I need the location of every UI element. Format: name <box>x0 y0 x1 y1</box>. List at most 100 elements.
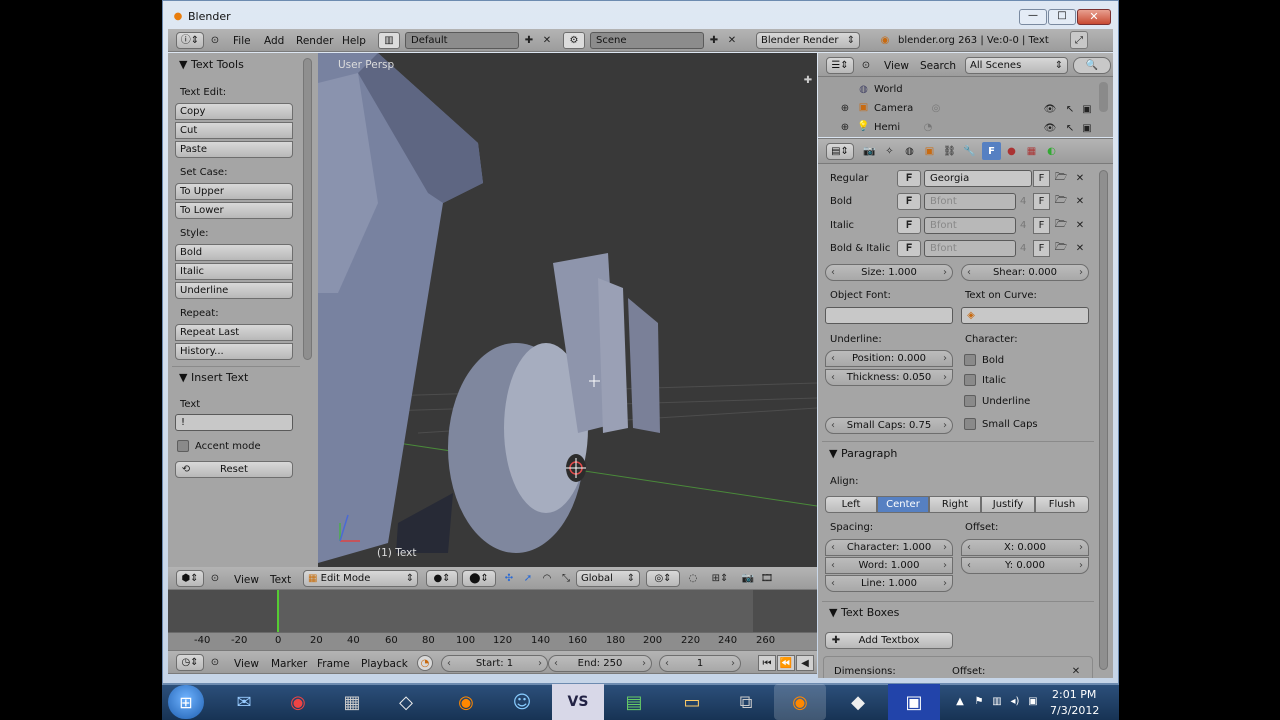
render-anim-icon[interactable]: 🎞 <box>758 570 776 587</box>
texture-tab-icon[interactable]: ▦ <box>1022 142 1041 160</box>
taskbar-remote-icon[interactable]: ⧉ <box>720 684 772 720</box>
tray-flag-icon[interactable]: ⚑ <box>972 694 986 708</box>
fake-user-button[interactable]: F <box>1033 170 1050 187</box>
outliner-editor-type[interactable]: ☰⇕ <box>826 57 854 74</box>
shear-field[interactable]: Shear: 0.000 <box>961 264 1089 281</box>
outliner-filter-select[interactable]: All Scenes <box>965 57 1068 74</box>
font-browse-icon[interactable]: 𝐅 <box>897 240 921 257</box>
timeline-collapse-icon[interactable]: ⊙ <box>209 656 221 668</box>
fake-user-button[interactable]: F <box>1033 193 1050 210</box>
taskbar-visual-studio-icon[interactable]: VS <box>552 684 604 720</box>
remove-scene-icon[interactable]: ✕ <box>724 32 740 49</box>
editor-type-button[interactable]: ⓘ⇕ <box>176 32 204 49</box>
timeline-menu-frame[interactable]: Frame <box>317 658 350 670</box>
physics-tab-icon[interactable]: ◐ <box>1042 142 1061 160</box>
unlink-font-icon[interactable]: ✕ <box>1071 193 1089 210</box>
align-right-button[interactable]: Right <box>929 496 981 513</box>
outliner-item-world[interactable]: World <box>874 84 903 95</box>
material-tab-icon[interactable]: ● <box>1002 142 1021 160</box>
3d-viewport[interactable]: User Persp (1) Text ✚ <box>318 53 817 567</box>
menu-add[interactable]: Add <box>264 35 284 47</box>
italic-button[interactable]: Italic <box>175 263 293 280</box>
to-upper-button[interactable]: To Upper <box>175 183 293 200</box>
timeline-editor-type[interactable]: ◷⇕ <box>176 654 204 671</box>
tray-app-icon[interactable]: ▣ <box>1026 694 1040 708</box>
taskbar-app3-icon[interactable]: ▣ <box>888 684 940 720</box>
font-browse-icon[interactable]: 𝐅 <box>897 193 921 210</box>
offset-y-field[interactable]: Y: 0.000 <box>961 557 1089 574</box>
taskbar-mail-icon[interactable]: ✉ <box>218 684 270 720</box>
tool-shelf-scrollbar[interactable] <box>303 58 312 360</box>
accent-mode-checkbox[interactable] <box>177 440 189 452</box>
layout-field[interactable]: Default <box>405 32 519 49</box>
clock-date[interactable]: 7/3/2012 <box>1050 704 1099 717</box>
render-engine-select[interactable]: Blender Render <box>756 32 860 49</box>
taskbar-chrome-icon[interactable]: ◉ <box>272 684 324 720</box>
current-frame-line[interactable] <box>277 590 279 638</box>
text-boxes-panel-title[interactable]: ▼ Text Boxes <box>829 606 899 619</box>
align-justify-button[interactable]: Justify <box>981 496 1035 513</box>
scene-tab-icon[interactable]: ✧ <box>880 142 899 160</box>
taskbar-inkscape-icon[interactable]: ◆ <box>832 684 884 720</box>
taskbar-firefox-icon[interactable]: ◉ <box>440 684 492 720</box>
fake-user-button[interactable]: F <box>1033 217 1050 234</box>
start-button[interactable]: ⊞ <box>168 685 204 719</box>
expand-icon[interactable]: ⊕ <box>840 122 850 133</box>
text-on-curve-field[interactable]: ◈ <box>961 307 1089 324</box>
repeat-last-button[interactable]: Repeat Last <box>175 324 293 341</box>
add-scene-icon[interactable]: ✚ <box>706 32 722 49</box>
scene-icon[interactable]: ⚙ <box>563 32 585 49</box>
render-tab-icon[interactable]: 📷 <box>860 142 879 160</box>
unlink-font-icon[interactable]: ✕ <box>1071 240 1089 257</box>
current-frame-field[interactable]: 1 <box>659 655 741 672</box>
remove-layout-icon[interactable]: ✕ <box>539 32 555 49</box>
remove-textbox-icon[interactable]: ✕ <box>1070 665 1082 677</box>
align-left-button[interactable]: Left <box>825 496 877 513</box>
fullscreen-icon[interactable]: ⤢ <box>1070 31 1088 49</box>
history-button[interactable]: History... <box>175 343 293 360</box>
timeline-menu-marker[interactable]: Marker <box>271 658 307 670</box>
snap-icon[interactable]: ⊞⇕ <box>705 570 735 587</box>
clock-time[interactable]: 2:01 PM <box>1052 688 1096 701</box>
small-caps-scale-field[interactable]: Small Caps: 0.75 <box>825 417 953 434</box>
viewport-menu-text[interactable]: Text <box>270 574 291 586</box>
visibility-eye-icon[interactable]: 👁 <box>1044 122 1057 134</box>
outliner-scrollbar[interactable] <box>1099 82 1108 112</box>
text-tools-panel-title[interactable]: ▼ Text Tools <box>179 58 244 71</box>
open-font-icon[interactable]: 🗁 <box>1052 240 1070 257</box>
line-spacing-field[interactable]: Line: 1.000 <box>825 575 953 592</box>
render-camera-icon[interactable]: ▣ <box>1081 122 1093 134</box>
bold-font-field[interactable]: Bfont <box>924 193 1016 210</box>
jump-keyframe-icon[interactable]: ⏪ <box>777 655 795 671</box>
bold-button[interactable]: Bold <box>175 244 293 261</box>
to-lower-button[interactable]: To Lower <box>175 202 293 219</box>
pivot-select[interactable]: ⬤⇕ <box>462 570 496 587</box>
layer-select[interactable]: ◎⇕ <box>646 570 680 587</box>
underline-thickness-field[interactable]: Thickness: 0.050 <box>825 369 953 386</box>
visibility-eye-icon[interactable]: 👁 <box>1044 103 1057 115</box>
taskbar-calculator-icon[interactable]: ▦ <box>326 684 378 720</box>
taskbar-explorer-icon[interactable]: ▭ <box>666 684 718 720</box>
screen-layout-icon[interactable]: ▥ <box>378 32 400 49</box>
taskbar-app2-icon[interactable]: ☺ <box>496 684 548 720</box>
viewport-editor-type[interactable]: ⬢⇕ <box>176 570 204 587</box>
viewport-menu-view[interactable]: View <box>234 574 259 586</box>
minimize-button[interactable]: — <box>1019 9 1047 25</box>
regular-font-field[interactable]: Georgia <box>924 170 1032 187</box>
viewport-collapse-icon[interactable]: ⊙ <box>209 572 221 584</box>
reset-button[interactable]: ⟲ Reset <box>175 461 293 478</box>
word-spacing-field[interactable]: Word: 1.000 <box>825 557 953 574</box>
mode-select[interactable]: ▦ Edit Mode <box>303 570 418 587</box>
outliner-menu-search[interactable]: Search <box>920 60 956 72</box>
fake-user-button[interactable]: F <box>1033 240 1050 257</box>
outliner-search-icon[interactable]: 🔍 <box>1073 57 1111 74</box>
play-reverse-icon[interactable]: ◀ <box>796 655 814 671</box>
char-bold-checkbox[interactable] <box>964 354 976 366</box>
tray-network-icon[interactable]: ▥ <box>990 694 1004 708</box>
shading-select[interactable]: ●⇕ <box>426 570 458 587</box>
align-center-button[interactable]: Center <box>877 496 929 513</box>
insert-text-input[interactable]: ! <box>175 414 293 431</box>
taskbar-network-icon[interactable]: ▤ <box>608 684 660 720</box>
menu-file[interactable]: File <box>233 35 251 47</box>
char-underline-checkbox[interactable] <box>964 395 976 407</box>
